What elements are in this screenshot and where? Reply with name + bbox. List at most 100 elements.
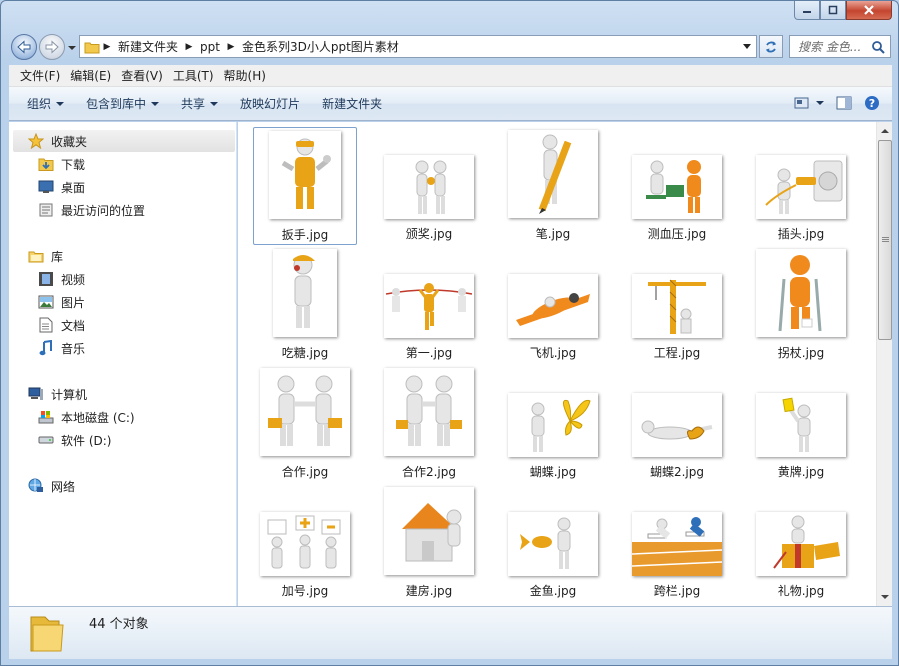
nav-libraries-label: 库 bbox=[51, 249, 64, 264]
scroll-up-arrow-icon bbox=[881, 129, 889, 133]
file-item[interactable]: 黄牌.jpg bbox=[749, 365, 853, 483]
folder-icon bbox=[30, 616, 64, 652]
help-button[interactable]: ? bbox=[864, 95, 880, 111]
vertical-scrollbar[interactable] bbox=[876, 122, 892, 606]
address-bar[interactable]: ▶ 新建文件夹 ▶ ppt ▶ 金色系列3D小人ppt图片素材 bbox=[79, 35, 757, 58]
file-item[interactable]: 扳手.jpg bbox=[253, 127, 357, 245]
figure-pen-icon bbox=[508, 130, 598, 218]
share-button[interactable]: 共享 bbox=[173, 95, 226, 112]
nav-pictures[interactable]: 图片 bbox=[37, 292, 85, 312]
nav-libraries[interactable]: 库 bbox=[27, 246, 63, 266]
file-item[interactable]: 测血压.jpg bbox=[625, 127, 729, 245]
pictures-icon bbox=[37, 294, 55, 310]
figure-finish-line-icon bbox=[384, 274, 474, 338]
nav-drive-d[interactable]: 软件 (D:) bbox=[37, 430, 111, 450]
breadcrumb-ppt[interactable]: ppt bbox=[196, 40, 224, 54]
details-pane: 44 个对象 bbox=[9, 606, 892, 659]
file-name: 金鱼.jpg bbox=[529, 584, 577, 598]
figure-candy-icon bbox=[273, 249, 337, 337]
menu-help[interactable]: 帮助(H) bbox=[219, 67, 271, 84]
chevron-down-icon bbox=[816, 101, 824, 105]
file-item[interactable]: 礼物.jpg bbox=[749, 484, 853, 602]
recent-pages-chevron-icon[interactable] bbox=[67, 43, 77, 53]
file-item[interactable]: 合作.jpg bbox=[253, 365, 357, 483]
system-drive-icon bbox=[37, 409, 55, 425]
nav-documents-label: 文档 bbox=[61, 318, 86, 333]
menu-view[interactable]: 查看(V) bbox=[116, 67, 168, 84]
file-name: 拐杖.jpg bbox=[777, 346, 825, 360]
new-folder-button[interactable]: 新建文件夹 bbox=[314, 95, 390, 112]
chevron-down-icon bbox=[151, 101, 160, 106]
figure-handshake-icon bbox=[260, 368, 350, 456]
nav-videos[interactable]: 视频 bbox=[37, 269, 85, 289]
search-box[interactable]: 搜索 金色... bbox=[789, 35, 891, 58]
nav-desktop[interactable]: 桌面 bbox=[37, 177, 85, 197]
figure-blood-pressure-icon bbox=[632, 155, 722, 219]
scroll-down-button[interactable] bbox=[877, 589, 893, 605]
preview-pane-button[interactable] bbox=[836, 96, 852, 110]
file-item[interactable]: 蝴蝶2.jpg bbox=[625, 365, 729, 483]
file-item[interactable]: 跨栏.jpg bbox=[625, 484, 729, 602]
scroll-up-button[interactable] bbox=[877, 123, 893, 139]
nav-network[interactable]: 网络 bbox=[27, 476, 75, 496]
figure-handshake-icon bbox=[384, 368, 474, 456]
address-history-chevron-icon[interactable] bbox=[742, 43, 752, 51]
nav-documents[interactable]: 文档 bbox=[37, 315, 85, 335]
file-item[interactable]: 合作2.jpg bbox=[377, 365, 481, 483]
star-icon bbox=[27, 133, 45, 149]
figure-butterfly-crawl-icon bbox=[632, 393, 722, 457]
file-item[interactable]: 第一.jpg bbox=[377, 246, 481, 364]
explorer-window: ▶ 新建文件夹 ▶ ppt ▶ 金色系列3D小人ppt图片素材 搜索 金色...… bbox=[0, 0, 899, 666]
file-name: 合作.jpg bbox=[281, 465, 329, 479]
breadcrumb-current-folder[interactable]: 金色系列3D小人ppt图片素材 bbox=[238, 38, 403, 55]
minimize-button[interactable] bbox=[794, 1, 820, 20]
organize-button[interactable]: 组织 bbox=[19, 95, 72, 112]
file-item[interactable]: 吃糖.jpg bbox=[253, 246, 357, 364]
file-list[interactable]: 扳手.jpg 颁奖.jpg 笔.jpg 测血压.jpg 插头.jpg 吃糖.jp… bbox=[238, 122, 876, 606]
forward-button[interactable] bbox=[39, 34, 65, 60]
file-item[interactable]: 飞机.jpg bbox=[501, 246, 605, 364]
close-button[interactable] bbox=[846, 1, 892, 20]
nav-computer[interactable]: 计算机 bbox=[27, 384, 87, 404]
figure-plug-icon bbox=[756, 155, 846, 219]
file-item[interactable]: 颁奖.jpg bbox=[377, 127, 481, 245]
maximize-button[interactable] bbox=[820, 1, 846, 20]
refresh-button[interactable] bbox=[759, 35, 783, 58]
breadcrumb-separator-icon[interactable]: ▶ bbox=[224, 42, 238, 52]
file-item[interactable]: 插头.jpg bbox=[749, 127, 853, 245]
file-item[interactable]: 加号.jpg bbox=[253, 484, 357, 602]
figure-yellow-card-icon bbox=[756, 393, 846, 457]
nav-drive-c[interactable]: 本地磁盘 (C:) bbox=[37, 407, 135, 427]
slideshow-button[interactable]: 放映幻灯片 bbox=[232, 95, 308, 112]
file-item[interactable]: 笔.jpg bbox=[501, 127, 605, 245]
include-in-library-button[interactable]: 包含到库中 bbox=[78, 95, 167, 112]
breadcrumb-separator-icon[interactable]: ▶ bbox=[182, 42, 196, 52]
back-button[interactable] bbox=[11, 34, 37, 60]
nav-music[interactable]: 音乐 bbox=[37, 338, 85, 358]
nav-favorites[interactable]: 收藏夹 bbox=[13, 130, 235, 152]
menu-file[interactable]: 文件(F) bbox=[15, 67, 65, 84]
file-item[interactable]: 蝴蝶.jpg bbox=[501, 365, 605, 483]
share-label: 共享 bbox=[181, 97, 206, 111]
file-item[interactable]: 金鱼.jpg bbox=[501, 484, 605, 602]
recent-places-icon bbox=[37, 202, 55, 218]
file-name: 第一.jpg bbox=[405, 346, 453, 360]
nav-pictures-label: 图片 bbox=[61, 295, 86, 310]
scrollbar-thumb[interactable] bbox=[878, 140, 892, 340]
file-item[interactable]: 工程.jpg bbox=[625, 246, 729, 364]
search-input[interactable]: 搜索 金色... bbox=[798, 38, 861, 55]
desktop-icon bbox=[37, 179, 55, 195]
preview-pane-icon bbox=[836, 96, 852, 110]
menu-edit[interactable]: 编辑(E) bbox=[65, 67, 116, 84]
file-item[interactable]: 拐杖.jpg bbox=[749, 246, 853, 364]
change-view-button[interactable] bbox=[794, 96, 824, 110]
nav-recent-places[interactable]: 最近访问的位置 bbox=[37, 200, 145, 220]
search-icon[interactable] bbox=[871, 40, 885, 54]
nav-desktop-label: 桌面 bbox=[61, 180, 86, 195]
menu-tools[interactable]: 工具(T) bbox=[168, 67, 219, 84]
nav-downloads[interactable]: 下载 bbox=[37, 154, 85, 174]
breadcrumb-new-folder[interactable]: 新建文件夹 bbox=[114, 38, 182, 55]
file-item[interactable]: 建房.jpg bbox=[377, 484, 481, 602]
breadcrumb-separator-icon[interactable]: ▶ bbox=[100, 42, 114, 52]
minimize-icon bbox=[803, 11, 811, 13]
